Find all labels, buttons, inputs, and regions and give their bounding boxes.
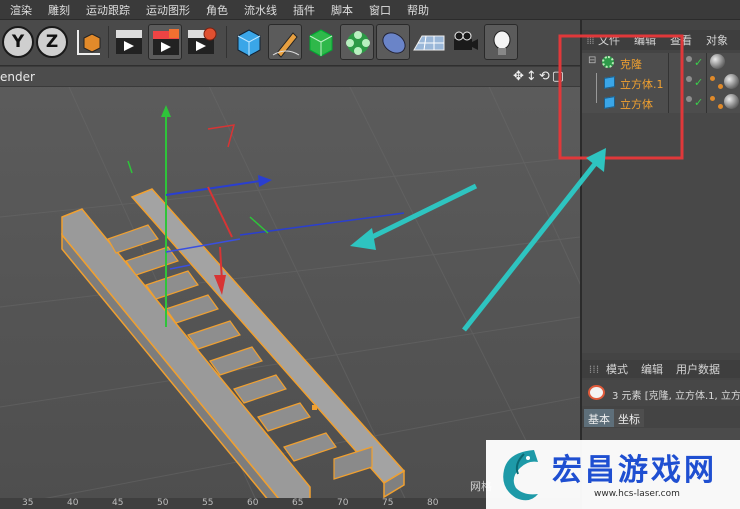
floor-icon[interactable]	[412, 24, 446, 60]
viewport-title: ender	[0, 70, 35, 84]
enabled-check-icon[interactable]: ✓	[694, 96, 703, 109]
material-tag-icon[interactable]	[710, 54, 725, 69]
watermark-url: www.hcs-laser.com	[594, 489, 680, 499]
attribute-tabs: 基本 坐标	[584, 409, 644, 427]
menu-character[interactable]: 角色	[198, 2, 236, 18]
ruler-tick: 80	[427, 498, 439, 508]
pen-icon[interactable]	[268, 24, 302, 60]
tab-basic[interactable]: 基本	[584, 409, 614, 427]
am-menu-user-data[interactable]: 用户数据	[676, 361, 720, 377]
tab-coordinates[interactable]: 坐标	[614, 409, 644, 427]
watermark-title: 宏昌游戏网	[552, 453, 717, 488]
ruler-tick: 75	[382, 498, 394, 508]
visibility-dot-icon[interactable]	[686, 76, 692, 82]
menu-plugins[interactable]: 插件	[285, 2, 323, 18]
light-icon[interactable]	[484, 24, 518, 60]
om-menu-edit[interactable]: 编辑	[634, 32, 656, 48]
material-tag-icon[interactable]	[724, 74, 739, 89]
visibility-dot-icon[interactable]	[686, 56, 692, 62]
dragon-logo-icon	[503, 450, 538, 501]
om-menu-view[interactable]: 查看	[670, 32, 692, 48]
selection-summary: 3 元素 [克隆, 立方体.1, 立方	[612, 391, 740, 402]
render-view-icon[interactable]	[112, 24, 146, 60]
om-menu-file[interactable]: 文件	[598, 32, 620, 48]
ruler-tick: 60	[247, 498, 259, 508]
object-list: ⊟ 克隆 ✓ 立方体.1 ✓ 立方体 ✓	[582, 53, 740, 113]
menu-script[interactable]: 脚本	[323, 2, 361, 18]
object-name[interactable]: 立方体.1	[620, 76, 664, 92]
coordinate-icon[interactable]	[70, 24, 104, 60]
material-tag-icon[interactable]	[724, 94, 739, 109]
ruler-tick: 40	[67, 498, 79, 508]
menu-motion-tracking[interactable]: 运动跟踪	[78, 2, 138, 18]
cloner-object-icon	[602, 56, 614, 68]
right-dock: ⁞⁞⁞ 文件 编辑 查看 对象 ⊟ 克隆 ✓ 立方体.1 ✓ 立方体 ✓ ⁞⁞⁞…	[580, 20, 740, 509]
ruler-tick: 50	[157, 498, 169, 508]
subdivision-icon[interactable]	[304, 24, 338, 60]
viewport-nav-icons[interactable]: ✥↕⟲▢	[513, 69, 566, 84]
panel-grip-icon[interactable]: ⁞⁞⁞	[582, 363, 606, 376]
camera-icon[interactable]	[448, 24, 482, 60]
cube-object-icon	[604, 96, 615, 109]
menu-help[interactable]: 帮助	[399, 2, 437, 18]
site-watermark: 宏昌游戏网 www.hcs-laser.com	[486, 440, 740, 509]
object-row-cube-1[interactable]: 立方体.1 ✓	[582, 73, 740, 93]
tag-dot-icon[interactable]	[718, 84, 723, 89]
render-settings-icon[interactable]	[184, 24, 218, 60]
ruler-tick: 45	[112, 498, 124, 508]
ruler-tick: 65	[292, 498, 304, 508]
ruler-tick: 35	[22, 498, 34, 508]
enabled-check-icon[interactable]: ✓	[694, 56, 703, 69]
object-name[interactable]: 克隆	[620, 56, 642, 72]
axis-z-button[interactable]: Z	[36, 26, 68, 58]
main-toolbar: Y Z	[0, 20, 582, 66]
tag-dot-icon[interactable]	[710, 96, 715, 101]
cube-object-icon	[604, 76, 615, 89]
object-list-empty-area[interactable]	[582, 113, 740, 353]
menu-mograph[interactable]: 运动图形	[138, 2, 198, 18]
tree-line	[596, 93, 597, 103]
attribute-manager-header: ⁞⁞⁞ 模式 编辑 用户数据	[582, 360, 740, 378]
object-manager-header: ⁞⁞⁞ 文件 编辑 查看 对象	[582, 30, 740, 50]
object-name[interactable]: 立方体	[620, 96, 653, 112]
deformer-icon[interactable]	[376, 24, 410, 60]
expand-icon[interactable]: ⊟	[588, 55, 596, 66]
object-row-cube[interactable]: 立方体 ✓	[582, 93, 740, 113]
axis-y-button[interactable]: Y	[2, 26, 34, 58]
menu-bar: 渲染 雕刻 运动跟踪 运动图形 角色 流水线 插件 脚本 窗口 帮助	[0, 0, 740, 20]
menu-window[interactable]: 窗口	[361, 2, 399, 18]
menu-render[interactable]: 渲染	[0, 2, 40, 18]
viewport-header: ender ✥↕⟲▢	[0, 67, 580, 87]
panel-grip-icon[interactable]: ⁞⁞⁞	[582, 34, 598, 47]
cube-icon[interactable]	[232, 24, 266, 60]
multi-object-icon	[588, 385, 605, 400]
enabled-check-icon[interactable]: ✓	[694, 76, 703, 89]
tree-line	[596, 73, 597, 93]
object-row-cloner[interactable]: ⊟ 克隆 ✓	[582, 53, 740, 73]
om-menu-object[interactable]: 对象	[706, 32, 728, 48]
attribute-info-bar: 3 元素 [克隆, 立方体.1, 立方	[582, 380, 740, 406]
cloner-icon[interactable]	[340, 24, 374, 60]
am-menu-mode[interactable]: 模式	[606, 361, 628, 377]
ruler-tick: 55	[202, 498, 214, 508]
tag-dot-icon[interactable]	[718, 104, 723, 109]
visibility-dot-icon[interactable]	[686, 96, 692, 102]
tag-dot-icon[interactable]	[710, 76, 715, 81]
render-picture-viewer-icon[interactable]	[148, 24, 182, 60]
menu-sculpt[interactable]: 雕刻	[40, 2, 78, 18]
menu-pipeline[interactable]: 流水线	[236, 2, 285, 18]
am-menu-edit[interactable]: 编辑	[641, 361, 663, 377]
ruler-tick: 70	[337, 498, 349, 508]
